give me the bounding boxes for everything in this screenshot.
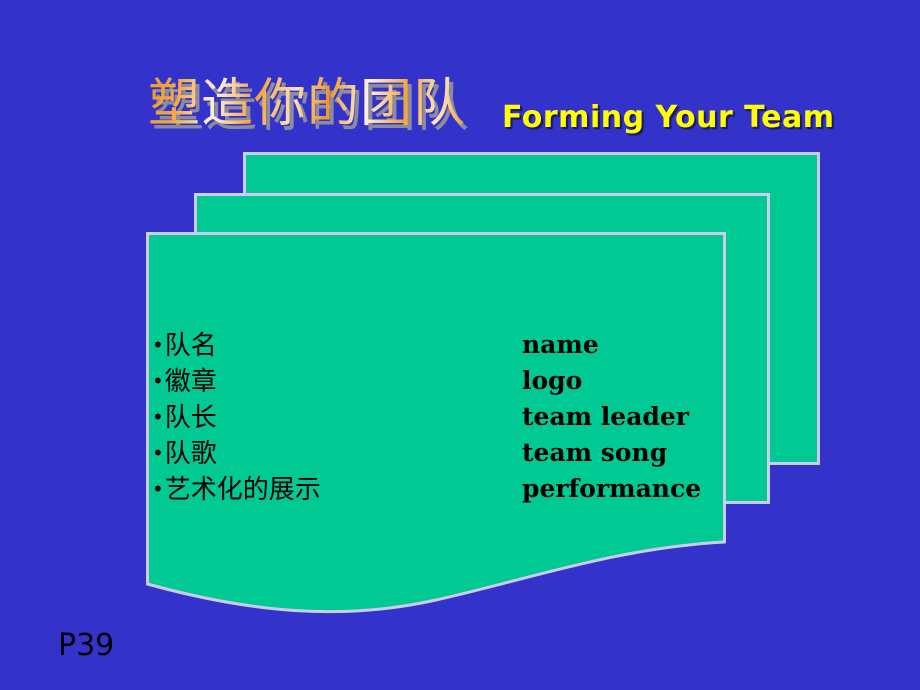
slide-canvas: 塑造你的团队 塑造你的团队 Forming Your Team •队名 name… [0, 0, 920, 690]
list-item-chinese-label: 队名 [164, 331, 217, 361]
list-item-english: performance [522, 474, 702, 503]
bullet-icon: • [152, 405, 164, 429]
list-item-chinese: •队歌 [152, 435, 217, 472]
list-item-chinese: •徽章 [152, 363, 217, 400]
page-number-label: P39 [58, 628, 115, 663]
list-item-chinese-label: 队长 [164, 403, 217, 433]
bullet-icon: • [152, 441, 164, 465]
page-title-chinese-text: 塑造你的团队 [148, 74, 467, 134]
list-item: •队歌 team song [152, 435, 722, 471]
list-item-english: team leader [522, 402, 689, 431]
list-item-chinese-label: 艺术化的展示 [164, 475, 321, 505]
list-item-chinese-label: 队歌 [164, 439, 217, 469]
list-item: •队长 team leader [152, 399, 722, 435]
list-item: •艺术化的展示 performance [152, 471, 722, 507]
list-item-english: name [522, 330, 599, 359]
list-item-chinese: •队长 [152, 399, 217, 436]
list-item-english: team song [522, 438, 668, 467]
list-item-chinese-label: 徽章 [164, 367, 217, 397]
list-item: •队名 name [152, 327, 722, 363]
list-item-english: logo [522, 366, 583, 395]
page-title-english: Forming Your Team [502, 100, 835, 135]
list-item-chinese: •艺术化的展示 [152, 471, 321, 508]
list-item-chinese: •队名 [152, 327, 217, 364]
bullet-icon: • [152, 477, 164, 501]
bullet-icon: • [152, 333, 164, 357]
page-title-chinese: 塑造你的团队 塑造你的团队 [148, 78, 469, 135]
content-list: •队名 name •徽章 logo •队长 team leader •队歌 te… [152, 327, 722, 507]
list-item: •徽章 logo [152, 363, 722, 399]
bullet-icon: • [152, 369, 164, 393]
